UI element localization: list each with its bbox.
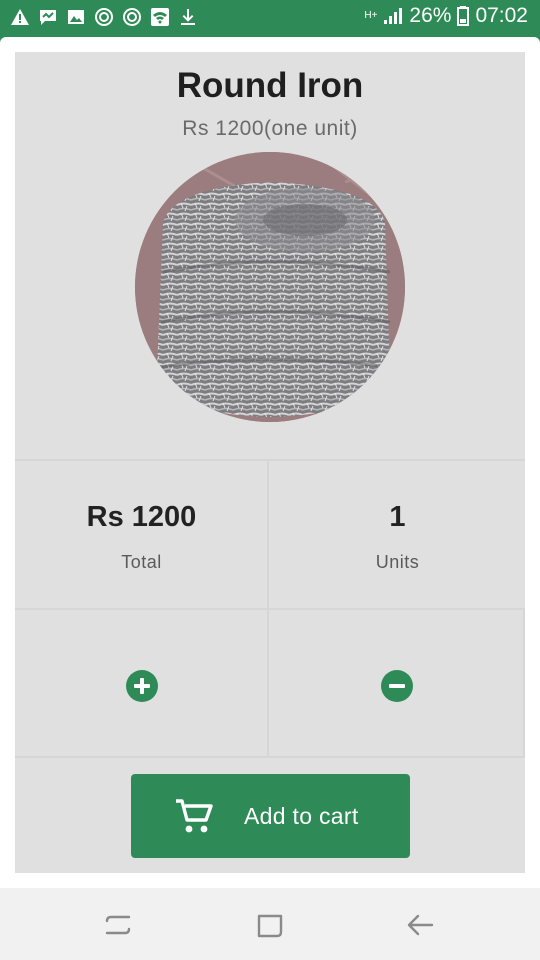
divider [15,756,525,758]
battery-percent: 26% [409,4,452,27]
sync-icon [95,8,113,26]
download-icon [181,9,195,25]
product-card: Round Iron Rs 1200(one unit) Rs 1200 Tot… [15,52,525,873]
product-price: Rs 1200(one unit) [182,117,358,140]
divider [15,459,525,461]
add-to-cart-label: Add to cart [244,803,359,829]
recents-icon[interactable] [101,908,135,942]
app-frame: Round Iron Rs 1200(one unit) Rs 1200 Tot… [0,37,540,888]
increment-button[interactable] [126,670,158,702]
notification-icons [10,7,198,27]
product-title: Round Iron [176,66,364,105]
battery-icon [457,6,470,26]
image-icon [68,10,84,24]
units-stat: 1 Units [271,501,524,573]
decrement-button[interactable] [381,670,413,702]
navigation-bar [0,888,540,960]
clock: 07:02 [475,4,528,27]
signal-icon [384,8,403,24]
add-to-cart-button[interactable]: Add to cart [131,774,410,858]
back-icon[interactable] [404,908,438,942]
total-label: Total [121,552,162,572]
network-type: H+ [364,10,378,21]
sync-icon [123,8,141,26]
status-right: H+ 26% 07:02 [364,4,528,28]
cart-icon [176,799,213,833]
units-label: Units [375,552,420,572]
units-value: 1 [389,501,406,533]
product-image [135,152,405,422]
warning-icon [11,9,29,25]
divider [523,610,525,756]
total-value: Rs 1200 [86,501,197,533]
total-stat: Rs 1200 Total [15,501,268,573]
status-bar: H+ 26% 07:02 [0,0,540,37]
home-icon[interactable] [253,908,287,942]
message-icon [40,10,56,25]
wifi-icon [151,8,169,26]
divider [15,608,525,610]
